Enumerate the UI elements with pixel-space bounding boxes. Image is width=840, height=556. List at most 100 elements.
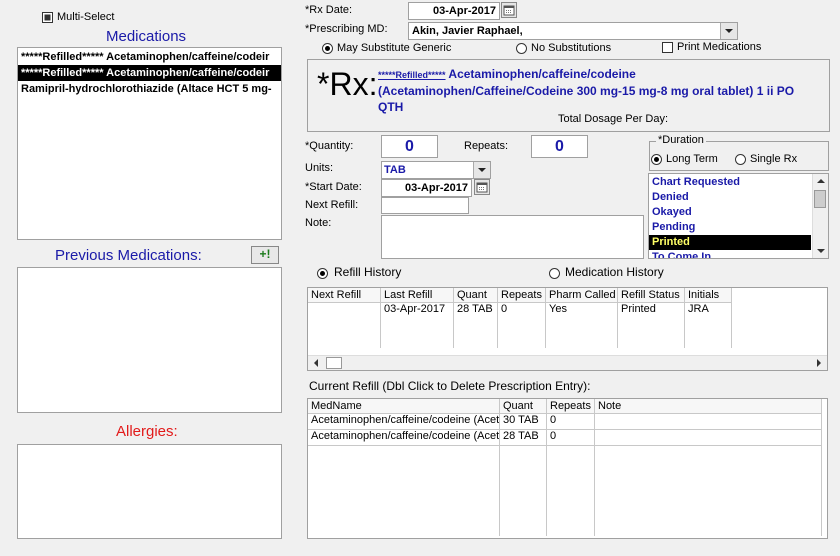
table-cell [308, 318, 381, 333]
start-date-calendar-button[interactable] [474, 179, 490, 195]
no-substitutions-label: No Substitutions [531, 42, 612, 54]
column-header[interactable]: Pharm Called [545, 288, 618, 303]
hscroll-thumb[interactable] [326, 357, 342, 369]
table-cell [546, 521, 595, 536]
table-cell [308, 461, 500, 476]
rx-date-field[interactable]: 03-Apr-2017 [408, 2, 500, 20]
table-cell [545, 318, 618, 333]
quantity-label: *Quantity: [305, 140, 354, 152]
table-cell: 0 [546, 429, 595, 446]
total-dosage-label: Total Dosage Per Day: [558, 113, 669, 125]
medication-list-item[interactable]: Ramipril-hydrochlorothiazide (Altace HCT… [18, 81, 281, 97]
status-list-scrollbar[interactable] [812, 174, 828, 258]
status-list-item[interactable]: Okayed [649, 205, 811, 220]
table-cell [453, 333, 498, 348]
column-header[interactable]: Repeats [497, 288, 546, 303]
refill-history-label: Refill History [334, 265, 402, 279]
table-cell [546, 506, 595, 521]
refill-history-hscrollbar[interactable] [308, 355, 827, 370]
quantity-field[interactable]: 0 [381, 135, 438, 158]
status-list-item[interactable]: Printed [649, 235, 811, 250]
start-date-field[interactable]: 03-Apr-2017 [381, 179, 472, 197]
table-row[interactable]: Acetaminophen/caffeine/codeine (Acet 30 T… [308, 413, 822, 430]
column-header[interactable]: Initials [684, 288, 732, 303]
print-medications-checkbox[interactable] [662, 42, 673, 53]
column-header[interactable]: Last Refill [380, 288, 454, 303]
long-term-radio[interactable] [651, 154, 662, 165]
table-cell [617, 318, 685, 333]
table-cell [546, 445, 595, 461]
refill-history-grid[interactable]: Next Refill Last Refill Quant Repeats Pharm … [307, 287, 828, 371]
scroll-left-icon[interactable] [310, 356, 322, 370]
chevron-down-icon[interactable] [720, 23, 737, 39]
multi-select-label: Multi-Select [57, 11, 115, 23]
column-header[interactable]: Note [594, 399, 822, 414]
column-header[interactable]: Quant [499, 399, 547, 414]
table-cell [497, 333, 546, 348]
table-cell: 0 [546, 413, 595, 430]
may-substitute-radio[interactable] [322, 43, 333, 54]
scroll-right-icon[interactable] [813, 356, 825, 370]
table-cell: Acetaminophen/caffeine/codeine (Acet [308, 413, 500, 430]
plus-icon: +! [259, 247, 271, 261]
table-cell [594, 491, 822, 506]
refill-history-radio[interactable] [317, 268, 328, 279]
table-cell [308, 491, 500, 506]
status-list-item[interactable]: Denied [649, 190, 811, 205]
table-row-empty [308, 506, 822, 521]
table-cell: JRA [684, 302, 732, 318]
add-previous-medication-button[interactable]: +! [251, 246, 279, 264]
print-medications-label: Print Medications [677, 41, 762, 53]
prescribing-md-select[interactable]: Akin, Javier Raphael, [408, 22, 738, 40]
scroll-thumb[interactable] [814, 190, 826, 208]
multi-select-checkbox[interactable] [42, 12, 53, 23]
scroll-up-icon[interactable] [814, 175, 828, 187]
table-row[interactable]: Acetaminophen/caffeine/codeine (Acet 28 T… [308, 429, 822, 446]
column-header[interactable]: Next Refill [308, 288, 381, 303]
column-header[interactable]: Refill Status [617, 288, 685, 303]
table-row[interactable]: 03-Apr-2017 28 TAB 0 Yes Printed JRA [308, 302, 732, 318]
refilled-prefix: *****Refilled***** [378, 70, 446, 80]
calendar-icon [503, 5, 515, 16]
current-refill-grid[interactable]: MedName Quant Repeats Note Acetaminophen/ca… [307, 398, 828, 539]
note-label: Note: [305, 217, 332, 229]
next-refill-field[interactable] [381, 197, 469, 214]
duration-label: *Duration [656, 134, 706, 146]
column-header[interactable]: MedName [308, 399, 500, 414]
table-cell [499, 476, 547, 491]
calendar-icon [476, 182, 488, 193]
rx-description: *****Refilled***** Acetaminophen/caffein… [378, 66, 818, 115]
note-field[interactable] [381, 215, 644, 259]
table-cell [308, 476, 500, 491]
status-list-item[interactable]: Pending [649, 220, 811, 235]
status-list-item[interactable]: Chart Requested [649, 175, 811, 190]
medications-list[interactable]: *****Refilled***** Acetaminophen/caffein… [17, 47, 282, 240]
status-list-item[interactable]: To Come In [649, 250, 811, 258]
table-cell [497, 318, 546, 333]
column-header[interactable]: Repeats [546, 399, 595, 414]
calendar-button[interactable] [501, 2, 517, 18]
repeats-field[interactable]: 0 [531, 135, 588, 158]
medication-list-item[interactable]: *****Refilled***** Acetaminophen/caffein… [18, 49, 281, 65]
status-list[interactable]: Chart Requested Denied Okayed Pending Printe… [648, 173, 829, 259]
prescribing-md-value: Akin, Javier Raphael, [412, 25, 523, 37]
units-select[interactable]: TAB [381, 161, 491, 179]
table-cell: 28 TAB [453, 302, 498, 318]
column-header[interactable]: Quant [453, 288, 498, 303]
previous-medications-list[interactable] [17, 267, 282, 413]
single-rx-radio[interactable] [735, 154, 746, 165]
medication-list-item[interactable]: *****Refilled***** Acetaminophen/caffein… [18, 65, 281, 81]
medication-history-label: Medication History [565, 265, 664, 279]
chevron-down-icon[interactable] [473, 162, 490, 178]
table-row-empty [308, 333, 732, 348]
table-cell [308, 302, 381, 318]
allergies-list[interactable] [17, 444, 282, 539]
no-substitutions-radio[interactable] [516, 43, 527, 54]
medication-history-radio[interactable] [549, 268, 560, 279]
scroll-down-icon[interactable] [814, 245, 828, 257]
table-row-empty [308, 491, 822, 506]
table-cell [308, 521, 500, 536]
table-row-empty [308, 521, 822, 536]
table-cell [594, 413, 822, 430]
table-cell [499, 491, 547, 506]
